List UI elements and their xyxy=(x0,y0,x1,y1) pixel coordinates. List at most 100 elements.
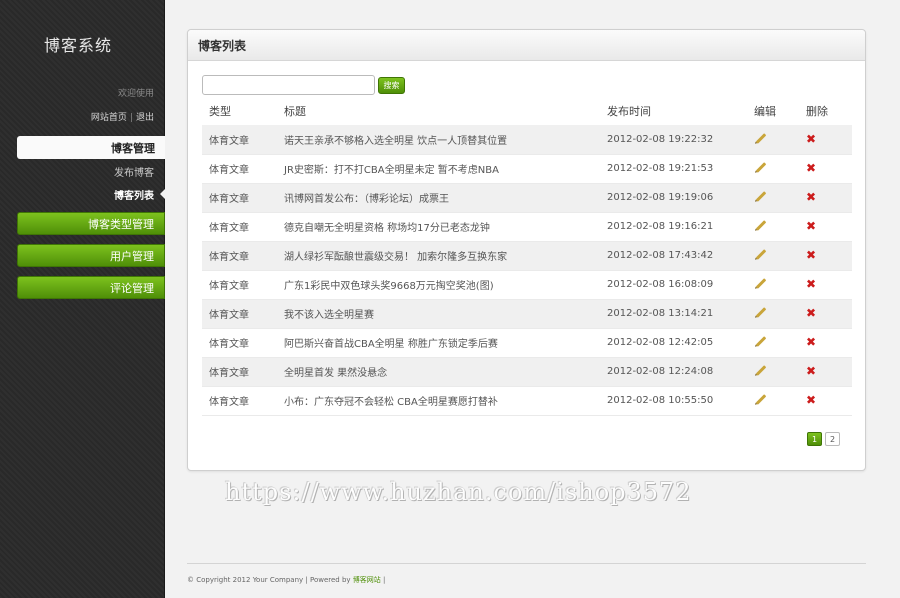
cell-title[interactable]: 我不该入选全明星赛 xyxy=(277,299,600,329)
cell-edit xyxy=(747,386,799,416)
delete-x-icon[interactable]: ✖ xyxy=(806,365,818,377)
cell-type: 体育文章 xyxy=(202,328,277,358)
cell-title[interactable]: 小布：广东夺冠不会轻松 CBA全明星赛愿打替补 xyxy=(277,386,600,416)
cell-time: 2012-02-08 12:24:08 xyxy=(600,357,747,387)
nav-user-manage[interactable]: 用户管理 xyxy=(17,244,165,267)
cell-title[interactable]: 讯博网首发公布：（博彩论坛）成票王 xyxy=(277,183,600,213)
delete-x-icon[interactable]: ✖ xyxy=(806,220,818,232)
cell-time: 2012-02-08 17:43:42 xyxy=(600,241,747,271)
search-button[interactable]: 搜索 xyxy=(378,77,405,94)
nav-comment-manage[interactable]: 评论管理 xyxy=(17,276,165,299)
pencil-icon[interactable] xyxy=(754,190,767,202)
delete-x-icon[interactable]: ✖ xyxy=(806,133,818,145)
delete-x-icon[interactable]: ✖ xyxy=(806,336,818,348)
cell-edit xyxy=(747,328,799,358)
cell-edit xyxy=(747,154,799,184)
cell-time: 2012-02-08 19:22:32 xyxy=(600,125,747,155)
pencil-icon[interactable] xyxy=(754,219,767,231)
nav-blog-list[interactable]: 博客列表 xyxy=(114,187,154,202)
cell-time: 2012-02-08 19:21:53 xyxy=(600,154,747,184)
pencil-icon[interactable] xyxy=(754,393,767,405)
header-delete: 删除 xyxy=(806,104,828,118)
cell-edit xyxy=(747,212,799,242)
home-link[interactable]: 网站首页 xyxy=(91,113,127,123)
cell-delete: ✖ xyxy=(799,270,852,300)
cell-time: 2012-02-08 19:16:21 xyxy=(600,212,747,242)
pagination: 1 2 xyxy=(807,432,840,446)
sidebar: 博客系统 欢迎使用 网站首页 | 退出 博客管理 发布博客 博客列表 博客类型管理 … xyxy=(0,0,165,598)
header-time: 发布时间 xyxy=(607,104,651,118)
footer-powered-link[interactable]: 博客网站 xyxy=(353,576,381,584)
page-button-1[interactable]: 1 xyxy=(807,432,822,446)
cell-title[interactable]: 诺天王亲承不够格入选全明星 饮点一人顶替其位置 xyxy=(277,125,600,155)
pencil-icon[interactable] xyxy=(754,335,767,347)
cell-type: 体育文章 xyxy=(202,183,277,213)
cell-edit xyxy=(747,183,799,213)
table-row: 体育文章 讯博网首发公布：（博彩论坛）成票王 2012-02-08 19:19:06… xyxy=(202,183,852,213)
footer-tail: | xyxy=(380,576,386,584)
link-separator: | xyxy=(129,113,133,123)
delete-x-icon[interactable]: ✖ xyxy=(806,278,818,290)
cell-time: 2012-02-08 12:42:05 xyxy=(600,328,747,358)
table-row: 体育文章 广东1彩民中双色球头奖9668万元掏空奖池(图) 2012-02-08 1… xyxy=(202,270,852,300)
cell-type: 体育文章 xyxy=(202,386,277,416)
cell-time: 2012-02-08 16:08:09 xyxy=(600,270,747,300)
cell-delete: ✖ xyxy=(799,241,852,271)
cell-type: 体育文章 xyxy=(202,212,277,242)
cell-title[interactable]: 广东1彩民中双色球头奖9668万元掏空奖池(图) xyxy=(277,270,600,300)
cell-delete: ✖ xyxy=(799,357,852,387)
delete-x-icon[interactable]: ✖ xyxy=(806,394,818,406)
table-header-row: 类型 标题 发布时间 编辑 删除 xyxy=(202,96,852,125)
cell-type: 体育文章 xyxy=(202,357,277,387)
table-row: 体育文章 小布：广东夺冠不会轻松 CBA全明星赛愿打替补 2012-02-08 10… xyxy=(202,386,852,416)
nav-publish-blog[interactable]: 发布博客 xyxy=(114,164,154,179)
cell-title[interactable]: 阿巴斯兴奋首战CBA全明星 称胜广东锁定季后赛 xyxy=(277,328,600,358)
cell-type: 体育文章 xyxy=(202,299,277,329)
cell-edit xyxy=(747,299,799,329)
table-row: 体育文章 我不该入选全明星赛 2012-02-08 13:14:21 ✖ xyxy=(202,299,852,329)
cell-delete: ✖ xyxy=(799,328,852,358)
cell-delete: ✖ xyxy=(799,125,852,155)
pencil-icon[interactable] xyxy=(754,306,767,318)
table-row: 体育文章 德克自嘲无全明星资格 称场均17分已老态龙钟 2012-02-08 19:… xyxy=(202,212,852,242)
cell-time: 2012-02-08 10:55:50 xyxy=(600,386,747,416)
cell-title[interactable]: 全明星首发 果然没悬念 xyxy=(277,357,600,387)
pencil-icon[interactable] xyxy=(754,364,767,376)
page-button-2[interactable]: 2 xyxy=(825,432,840,446)
delete-x-icon[interactable]: ✖ xyxy=(806,307,818,319)
cell-edit xyxy=(747,357,799,387)
cell-delete: ✖ xyxy=(799,386,852,416)
pencil-icon[interactable] xyxy=(754,248,767,260)
cell-type: 体育文章 xyxy=(202,125,277,155)
header-title: 标题 xyxy=(284,104,306,118)
pencil-icon[interactable] xyxy=(754,277,767,289)
cell-delete: ✖ xyxy=(799,212,852,242)
delete-x-icon[interactable]: ✖ xyxy=(806,191,818,203)
cell-type: 体育文章 xyxy=(202,270,277,300)
search-input[interactable] xyxy=(202,75,375,95)
pencil-icon[interactable] xyxy=(754,161,767,173)
table-row: 体育文章 全明星首发 果然没悬念 2012-02-08 12:24:08 ✖ xyxy=(202,357,852,387)
cell-title[interactable]: 德克自嘲无全明星资格 称场均17分已老态龙钟 xyxy=(277,212,600,242)
cell-type: 体育文章 xyxy=(202,154,277,184)
header-type: 类型 xyxy=(209,104,231,118)
table-row: 体育文章 湖人绿衫军酝酿世震级交易！ 加索尔隆多互换东家 2012-02-08 17… xyxy=(202,241,852,271)
cell-edit xyxy=(747,125,799,155)
cell-edit xyxy=(747,270,799,300)
delete-x-icon[interactable]: ✖ xyxy=(806,249,818,261)
cell-delete: ✖ xyxy=(799,183,852,213)
logout-link[interactable]: 退出 xyxy=(136,113,154,123)
delete-x-icon[interactable]: ✖ xyxy=(806,162,818,174)
table-row: 体育文章 JR史密斯：打不打CBA全明星未定 暂不考虑NBA 2012-02-08 … xyxy=(202,154,852,184)
user-links: 网站首页 | 退出 xyxy=(91,110,154,123)
footer: © Copyright 2012 Your Company | Powered … xyxy=(187,575,385,585)
nav-blog-type-manage[interactable]: 博客类型管理 xyxy=(17,212,165,235)
cell-type: 体育文章 xyxy=(202,241,277,271)
table-body: 体育文章 诺天王亲承不够格入选全明星 饮点一人顶替其位置 2012-02-08 19… xyxy=(202,125,852,416)
table-row: 体育文章 阿巴斯兴奋首战CBA全明星 称胜广东锁定季后赛 2012-02-08 12… xyxy=(202,328,852,358)
cell-title[interactable]: 湖人绿衫军酝酿世震级交易！ 加索尔隆多互换东家 xyxy=(277,241,600,271)
nav-blog-manage[interactable]: 博客管理 xyxy=(17,136,165,159)
cell-delete: ✖ xyxy=(799,154,852,184)
cell-title[interactable]: JR史密斯：打不打CBA全明星未定 暂不考虑NBA xyxy=(277,154,600,184)
pencil-icon[interactable] xyxy=(754,132,767,144)
